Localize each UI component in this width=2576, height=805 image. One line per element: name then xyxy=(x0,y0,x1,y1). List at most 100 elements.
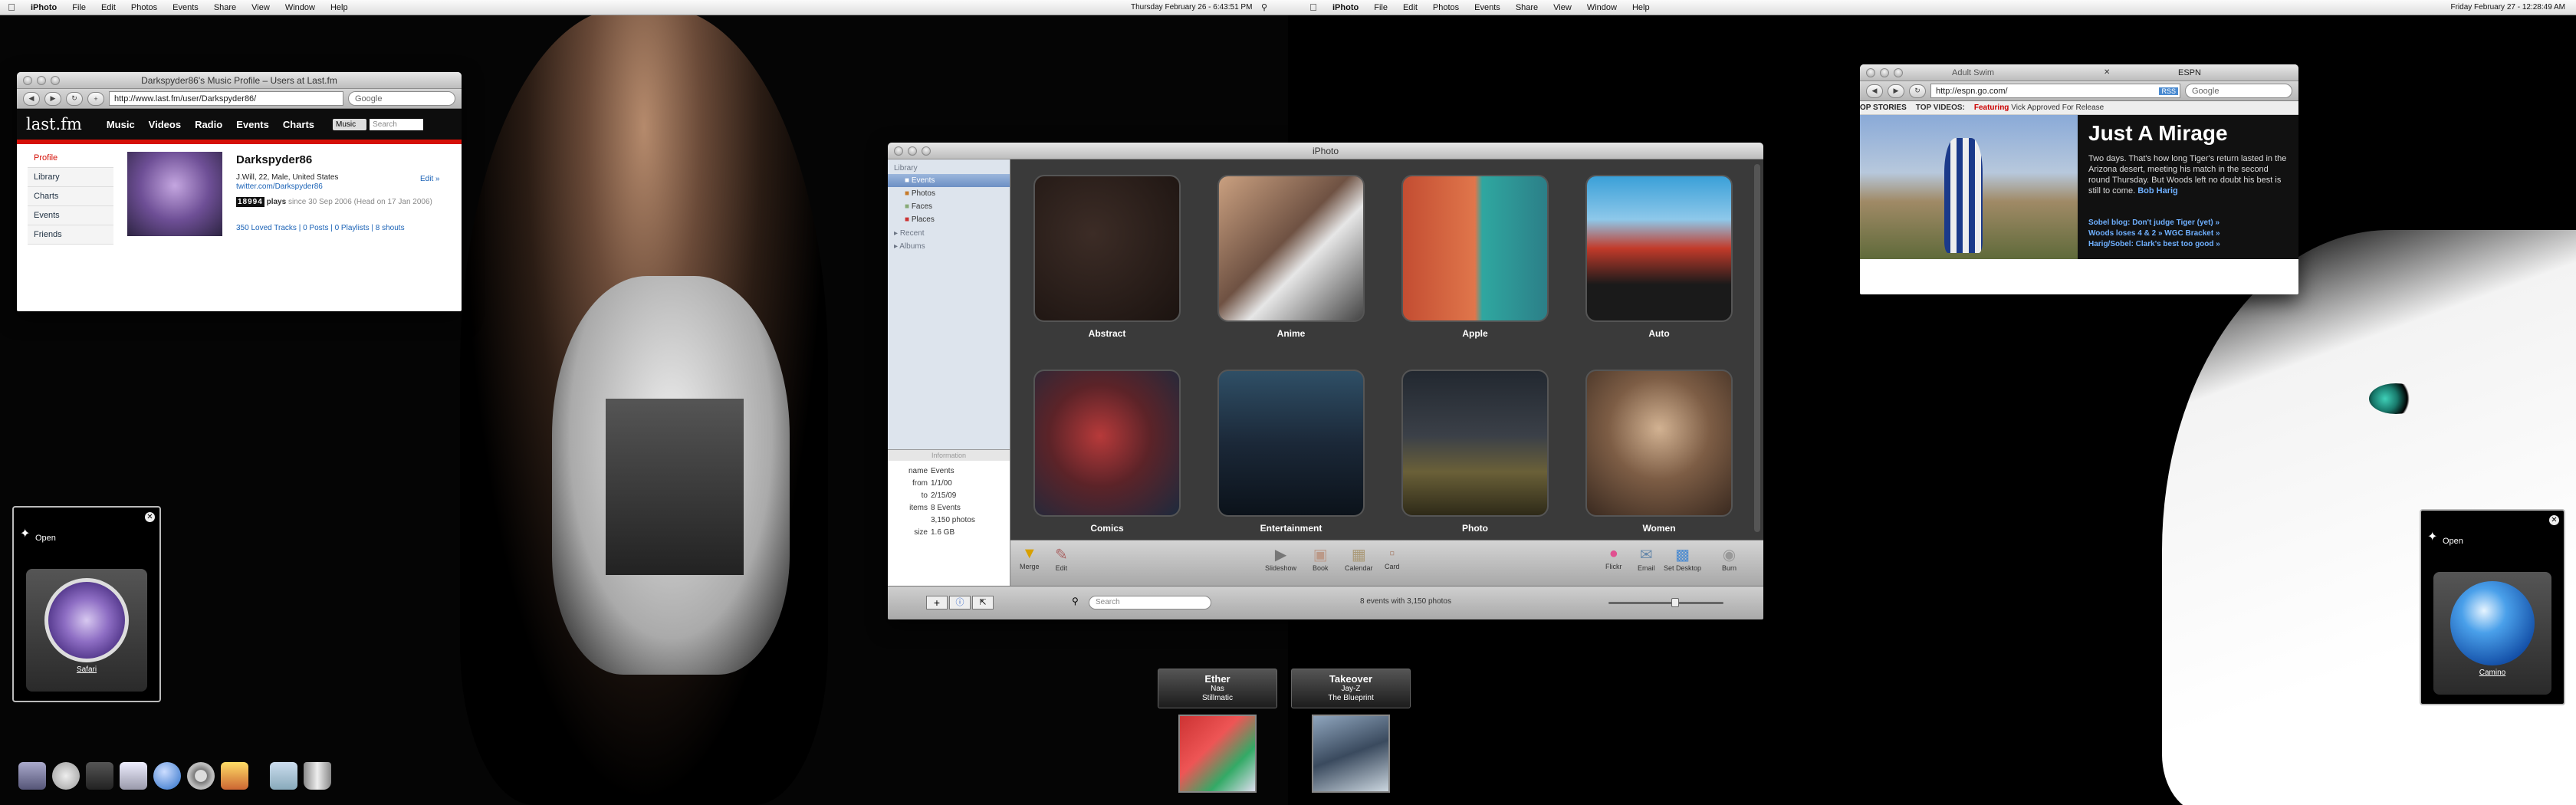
menu-help-right[interactable]: Help xyxy=(1625,3,1658,12)
zoom-slider-thumb[interactable] xyxy=(1671,598,1679,607)
zoom-button[interactable] xyxy=(51,76,60,85)
tool-slideshow[interactable]: ▶ Slideshow xyxy=(1265,545,1296,572)
now-playing-ether[interactable]: Ether Nas Stillmatic xyxy=(1158,669,1277,793)
nav-videos[interactable]: Videos xyxy=(149,119,181,130)
nav-charts[interactable]: Charts xyxy=(283,119,314,130)
tab-adult-swim[interactable]: Adult Swim xyxy=(1952,64,1994,81)
mail-icon[interactable] xyxy=(120,762,147,790)
event-apple[interactable]: Apple xyxy=(1401,175,1549,339)
profile-links[interactable]: 350 Loved Tracks | 0 Posts | 0 Playlists… xyxy=(236,224,405,232)
source-photos[interactable]: ■ Photos xyxy=(888,187,1010,200)
widget-open-label[interactable]: Open xyxy=(35,534,56,543)
espn-minimize-button[interactable] xyxy=(1880,68,1889,77)
iphoto-titlebar[interactable]: iPhoto xyxy=(888,143,1763,159)
nav-music[interactable]: Music xyxy=(107,119,135,130)
tool-email[interactable]: ✉ Email xyxy=(1638,545,1655,572)
now-playing-takeover[interactable]: Takeover Jay-Z The Blueprint xyxy=(1291,669,1411,793)
event-abstract[interactable]: Abstract xyxy=(1033,175,1181,339)
menu-photos[interactable]: Photos xyxy=(123,3,165,12)
album-art[interactable] xyxy=(1178,715,1257,793)
espn-forward-icon[interactable]: ▶ xyxy=(1888,84,1904,98)
sidebar-item-events[interactable]: Events xyxy=(28,206,113,225)
edit-link[interactable]: Edit » xyxy=(420,175,440,183)
sidebar-item-library[interactable]: Library xyxy=(28,168,113,187)
widget-close-icon[interactable]: ✕ xyxy=(145,512,155,522)
menu-photos-right[interactable]: Photos xyxy=(1425,3,1467,12)
tool-calendar[interactable]: ▦ Calendar xyxy=(1345,545,1373,572)
menubar-clock-right[interactable]: Friday February 27 - 12:28:49 AM xyxy=(2450,3,2565,12)
espn-titlebar[interactable]: Adult Swim ✕ ESPN xyxy=(1860,64,2298,81)
espn-close-button[interactable] xyxy=(1866,68,1875,77)
source-places[interactable]: ■ Places xyxy=(888,213,1010,226)
widget-close-icon-right[interactable]: ✕ xyxy=(2549,515,2559,525)
fullscreen-button[interactable]: ⇱ xyxy=(972,596,994,610)
google-search-field[interactable]: Google xyxy=(348,91,455,106)
bullet-link[interactable]: Woods loses 4 & 2 » WGC Bracket » xyxy=(2088,228,2220,239)
menu-window[interactable]: Window xyxy=(278,3,323,12)
forward-icon[interactable]: ▶ xyxy=(44,91,61,106)
menubar-clock-left[interactable]: Thursday February 26 - 6:43:51 PM xyxy=(1131,3,1252,12)
bullet-link[interactable]: Sobel blog: Don't judge Tiger (yet) » xyxy=(2088,218,2220,228)
itunes-icon[interactable] xyxy=(86,762,113,790)
menu-help[interactable]: Help xyxy=(323,3,356,12)
spotlight-icon[interactable]: ⚲ xyxy=(1261,2,1267,12)
add-bookmark-icon[interactable]: + xyxy=(87,91,104,106)
menu-share[interactable]: Share xyxy=(206,3,244,12)
tool-set-desktop[interactable]: ▩ Set Desktop xyxy=(1664,545,1701,572)
source-faces[interactable]: ■ Faces xyxy=(888,200,1010,213)
source-events[interactable]: ■ Events xyxy=(888,174,1010,187)
top-stories-tab[interactable]: OP STORIES xyxy=(1860,104,1907,112)
sidebar-item-charts[interactable]: Charts xyxy=(28,187,113,206)
tool-flickr[interactable]: ● Flickr xyxy=(1605,545,1622,570)
add-button[interactable]: + xyxy=(926,596,948,610)
tab-espn[interactable]: ESPN xyxy=(2178,64,2201,81)
zoom-slider[interactable] xyxy=(1608,602,1723,604)
tool-burn[interactable]: ◉ Burn xyxy=(1722,545,1737,572)
bullet-link[interactable]: Harig/Sobel: Clark's best too good » xyxy=(2088,239,2220,250)
safari-icon[interactable] xyxy=(52,762,80,790)
rss-badge[interactable]: RSS xyxy=(2159,87,2178,95)
widget-app-tile-right[interactable]: Camino xyxy=(2433,572,2551,695)
widget-open-label-right[interactable]: Open xyxy=(2443,537,2463,546)
menu-file-right[interactable]: File xyxy=(1366,3,1395,12)
menu-events[interactable]: Events xyxy=(165,3,206,12)
apple-menu-icon[interactable]:  xyxy=(0,2,23,13)
story-author-link[interactable]: Bob Harig xyxy=(2137,186,2178,196)
widget-app-label-right[interactable]: Camino xyxy=(2479,669,2505,677)
top-videos-label[interactable]: TOP VIDEOS: xyxy=(1916,104,1965,112)
espn-zoom-button[interactable] xyxy=(1894,68,1903,77)
info-button[interactable]: ⓘ xyxy=(949,596,971,610)
espn-reload-icon[interactable]: ↻ xyxy=(1909,84,1926,98)
address-bar[interactable]: http://www.last.fm/user/Darkspyder86/ xyxy=(109,91,343,106)
tool-card[interactable]: ▫ Card xyxy=(1385,545,1400,570)
sidebar-item-friends[interactable]: Friends xyxy=(28,225,113,245)
close-button[interactable] xyxy=(23,76,32,85)
globe-icon[interactable] xyxy=(153,762,181,790)
lastfm-logo[interactable]: last.fm xyxy=(26,115,82,133)
event-anime[interactable]: Anime xyxy=(1217,175,1365,339)
menu-events-right[interactable]: Events xyxy=(1467,3,1508,12)
tab-close-icon[interactable]: ✕ xyxy=(2104,64,2110,81)
tool-edit[interactable]: ✎ Edit xyxy=(1055,545,1068,572)
menu-file[interactable]: File xyxy=(64,3,94,12)
menu-edit-right[interactable]: Edit xyxy=(1395,3,1425,12)
menu-share-right[interactable]: Share xyxy=(1508,3,1546,12)
reload-icon[interactable]: ↻ xyxy=(66,91,83,106)
sidebar-item-profile[interactable]: Profile xyxy=(28,149,113,168)
iphoto-close-button[interactable] xyxy=(894,146,903,156)
event-entertainment[interactable]: Entertainment xyxy=(1217,370,1365,534)
iphoto-zoom-button[interactable] xyxy=(922,146,931,156)
iphoto-minimize-button[interactable] xyxy=(908,146,917,156)
finder-icon[interactable] xyxy=(18,762,46,790)
headline[interactable]: Just A Mirage xyxy=(2088,121,2228,146)
menu-view-right[interactable]: View xyxy=(1546,3,1579,12)
menu-window-right[interactable]: Window xyxy=(1579,3,1625,12)
nav-radio[interactable]: Radio xyxy=(195,119,222,130)
menu-edit[interactable]: Edit xyxy=(94,3,123,12)
event-comics[interactable]: Comics xyxy=(1033,370,1181,534)
group-albums[interactable]: ▸ Albums xyxy=(888,241,1010,252)
nav-events[interactable]: Events xyxy=(236,119,269,130)
group-recent[interactable]: ▸ Recent xyxy=(888,226,1010,241)
search-scope-select[interactable]: Music xyxy=(333,118,367,130)
events-scrollbar[interactable] xyxy=(1754,164,1760,532)
